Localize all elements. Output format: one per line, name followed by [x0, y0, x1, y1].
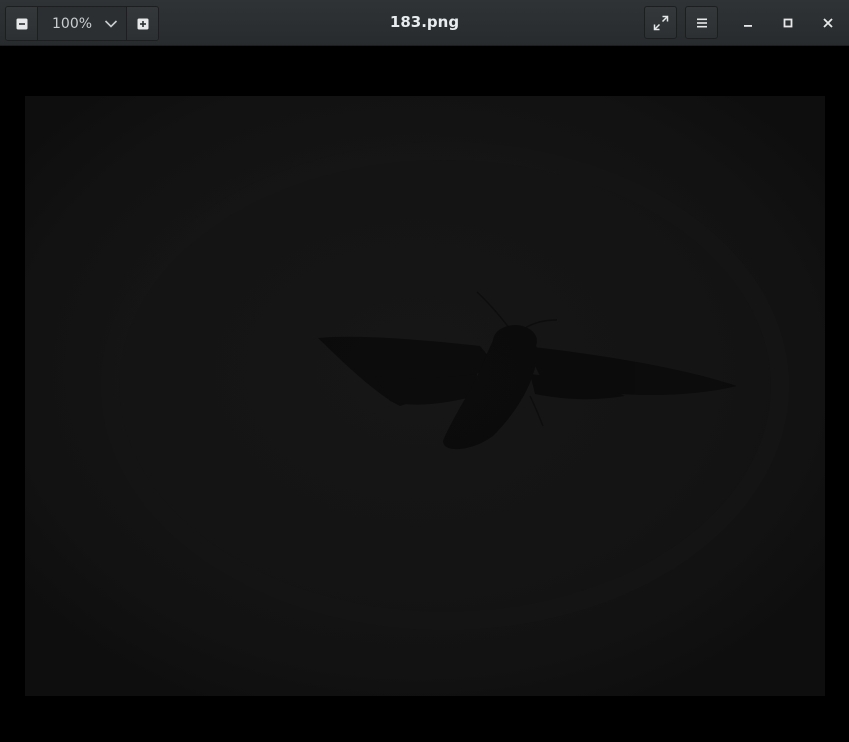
hamburger-menu-icon — [696, 18, 707, 27]
fullscreen-icon — [653, 15, 668, 30]
maximize-icon — [783, 18, 793, 28]
minimize-icon — [744, 25, 752, 27]
fullscreen-button[interactable] — [644, 6, 677, 39]
zoom-out-button[interactable] — [6, 7, 38, 40]
close-button[interactable] — [815, 10, 841, 36]
maximize-button[interactable] — [775, 10, 801, 36]
zoom-control-group: 100% — [5, 6, 159, 41]
zoom-in-button[interactable] — [126, 7, 158, 40]
image-viewer-window: 100% 183.png — [0, 0, 849, 742]
chevron-down-icon — [104, 19, 118, 28]
close-icon — [823, 18, 833, 28]
plus-icon — [137, 18, 148, 29]
header-bar: 100% 183.png — [0, 0, 849, 46]
zoom-level-value: 100% — [52, 15, 93, 32]
image-canvas[interactable] — [25, 96, 825, 696]
window-title: 183.png — [389, 13, 460, 31]
minimize-button[interactable] — [735, 10, 761, 36]
minus-icon — [16, 18, 27, 29]
moth-photo — [25, 96, 825, 696]
menu-button[interactable] — [685, 6, 718, 39]
zoom-level-dropdown[interactable]: 100% — [38, 7, 126, 40]
